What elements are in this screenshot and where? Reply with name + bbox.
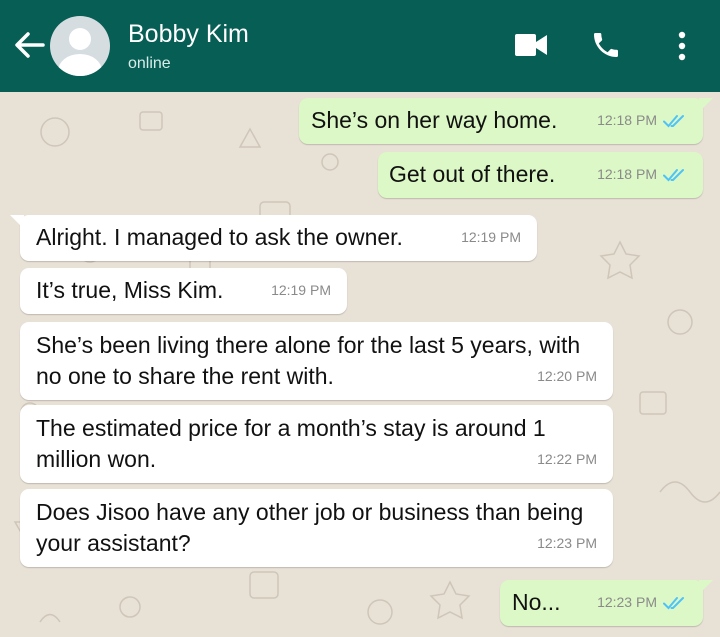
bubble-tail	[10, 215, 24, 229]
message-meta: 12:20 PM	[537, 361, 597, 392]
message-meta: 12:22 PM	[537, 444, 597, 475]
message-meta: 12:18 PM	[597, 105, 687, 136]
more-options-icon[interactable]	[677, 31, 687, 61]
message-bubble-incoming[interactable]: It’s true, Miss Kim. 12:19 PM	[20, 268, 347, 314]
back-arrow-icon[interactable]	[12, 30, 46, 60]
message-text: Alright. I managed to ask the owner.	[36, 224, 403, 250]
message-text: No...	[512, 589, 561, 615]
message-time: 12:23 PM	[537, 535, 597, 551]
bubble-tail	[699, 98, 713, 112]
message-time: 12:19 PM	[461, 229, 521, 245]
message-bubble-outgoing[interactable]: She’s on her way home. 12:18 PM	[299, 98, 713, 144]
avatar-placeholder-icon	[58, 28, 102, 76]
message-list[interactable]: She’s on her way home. 12:18 PM Get out …	[0, 92, 720, 637]
message-time: 12:18 PM	[597, 166, 657, 182]
message-meta: 12:23 PM	[537, 528, 597, 559]
message-meta: 12:19 PM	[461, 222, 521, 253]
message-meta: 12:19 PM	[271, 275, 331, 306]
avatar[interactable]	[50, 16, 110, 76]
message-bubble-incoming[interactable]: Alright. I managed to ask the owner. 12:…	[10, 215, 537, 261]
message-time: 12:20 PM	[537, 368, 597, 384]
message-time: 12:23 PM	[597, 594, 657, 610]
contact-name[interactable]: Bobby Kim	[128, 20, 249, 49]
double-check-read-icon	[663, 596, 684, 609]
phone-call-icon[interactable]	[590, 29, 622, 61]
message-bubble-incoming[interactable]: She’s been living there alone for the la…	[20, 322, 613, 400]
message-text: Does Jisoo have any other job or busines…	[36, 499, 584, 556]
video-call-icon[interactable]	[514, 32, 548, 58]
message-bubble-incoming[interactable]: Does Jisoo have any other job or busines…	[20, 489, 613, 567]
message-meta: 12:23 PM	[597, 587, 687, 618]
message-text: The estimated price for a month’s stay i…	[36, 415, 546, 472]
message-bubble-outgoing[interactable]: Get out of there. 12:18 PM	[378, 152, 703, 198]
message-time: 12:18 PM	[597, 112, 657, 128]
message-time: 12:19 PM	[271, 282, 331, 298]
message-bubble-incoming[interactable]: The estimated price for a month’s stay i…	[20, 405, 613, 483]
double-check-read-icon	[663, 168, 684, 181]
contact-status: online	[128, 55, 171, 72]
message-bubble-outgoing[interactable]: No... 12:23 PM	[500, 580, 713, 626]
bubble-tail	[699, 580, 713, 594]
double-check-read-icon	[663, 114, 684, 127]
message-meta: 12:18 PM	[597, 159, 687, 190]
message-text: Get out of there.	[389, 161, 556, 187]
message-text: She’s on her way home.	[311, 107, 558, 133]
chat-header: Bobby Kim online	[0, 0, 720, 92]
message-text: It’s true, Miss Kim.	[36, 277, 224, 303]
message-time: 12:22 PM	[537, 451, 597, 467]
message-text: She’s been living there alone for the la…	[36, 332, 581, 389]
